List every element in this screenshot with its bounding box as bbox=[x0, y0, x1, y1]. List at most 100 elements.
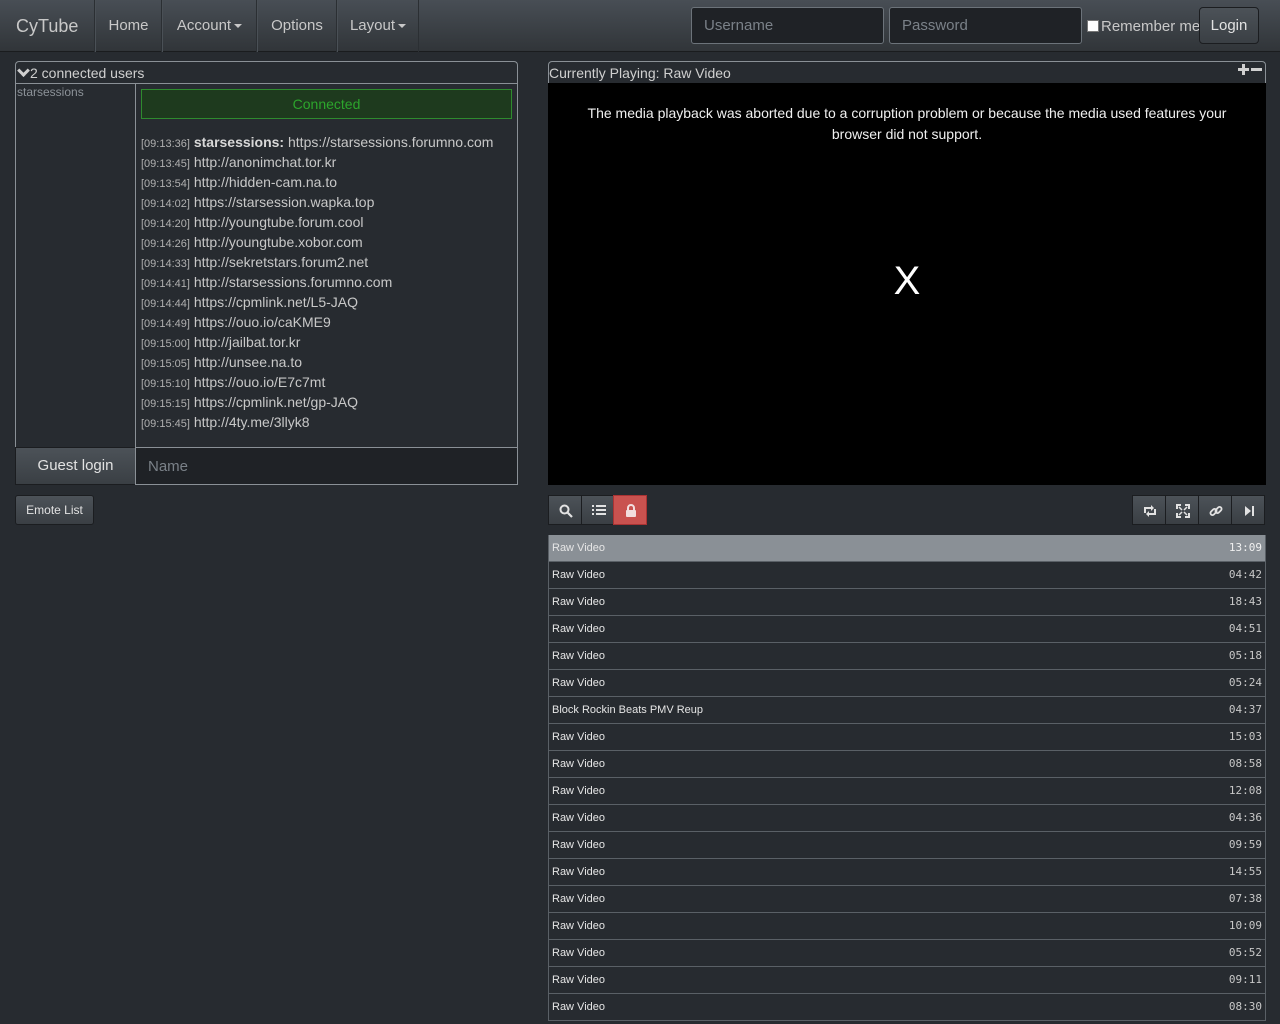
shuffle-button[interactable] bbox=[1132, 495, 1166, 525]
playlist-item[interactable]: Raw Video 09:11 bbox=[548, 967, 1266, 994]
message-timestamp: [09:15:10] bbox=[141, 378, 190, 390]
message-text[interactable]: http://jailbat.tor.kr bbox=[194, 334, 301, 350]
userlist: starsessions bbox=[15, 83, 136, 448]
search-button[interactable] bbox=[548, 495, 582, 525]
playlist-item[interactable]: Raw Video 14:55 bbox=[548, 859, 1266, 886]
message-text[interactable]: http://unsee.na.to bbox=[194, 354, 302, 370]
playlist-item-title[interactable]: Raw Video bbox=[552, 643, 605, 669]
playlist-item-duration: 09:11 bbox=[1228, 973, 1262, 986]
playlist-item[interactable]: Raw Video 10:09 bbox=[548, 913, 1266, 940]
nav-account[interactable]: Account bbox=[162, 0, 257, 52]
chat-message: [09:14:33] http://sekretstars.forum2.net bbox=[141, 252, 512, 272]
playlist-item-title[interactable]: Raw Video bbox=[552, 832, 605, 858]
playlist-item[interactable]: Raw Video 08:30 bbox=[548, 994, 1266, 1021]
fullscreen-button[interactable] bbox=[1165, 495, 1199, 525]
skip-icon bbox=[1245, 506, 1254, 516]
playlist-item[interactable]: Raw Video 13:09 bbox=[548, 535, 1266, 562]
playlist-item-title[interactable]: Raw Video bbox=[552, 724, 605, 750]
message-timestamp: [09:15:45] bbox=[141, 418, 190, 430]
playlist-lock-button[interactable] bbox=[613, 495, 647, 525]
message-text[interactable]: https://ouo.io/caKME9 bbox=[194, 314, 331, 330]
playlist-item-title[interactable]: Raw Video bbox=[552, 886, 605, 912]
playlist-item[interactable]: Raw Video 08:58 bbox=[548, 751, 1266, 778]
message-text[interactable]: https://cpmlink.net/L5-JAQ bbox=[194, 294, 358, 310]
playlist-manager-button[interactable] bbox=[581, 495, 615, 525]
guest-login-button[interactable]: Guest login bbox=[15, 447, 136, 485]
message-text[interactable]: http://anonimchat.tor.kr bbox=[194, 154, 336, 170]
playlist-item-title[interactable]: Raw Video bbox=[552, 940, 605, 966]
remember-me-checkbox[interactable] bbox=[1087, 20, 1099, 32]
password-input[interactable] bbox=[889, 7, 1082, 44]
guest-name-input[interactable] bbox=[135, 447, 518, 485]
message-timestamp: [09:13:36] bbox=[141, 138, 190, 150]
playlist-item[interactable]: Block Rockin Beats PMV Reup 04:37 bbox=[548, 697, 1266, 724]
message-timestamp: [09:14:26] bbox=[141, 238, 190, 250]
close-icon[interactable]: X bbox=[548, 259, 1266, 304]
nav-layout[interactable]: Layout bbox=[337, 0, 419, 52]
playlist-item[interactable]: Raw Video 05:18 bbox=[548, 643, 1266, 670]
playlist-item[interactable]: Raw Video 18:43 bbox=[548, 589, 1266, 616]
message-text[interactable]: https://starsessions.forumno.com bbox=[288, 134, 493, 150]
playback-error-message: The media playback was aborted due to a … bbox=[587, 105, 1227, 142]
playlist-item[interactable]: Raw Video 04:51 bbox=[548, 616, 1266, 643]
userlist-item[interactable]: starsessions bbox=[17, 85, 134, 99]
playlist-item-title[interactable]: Raw Video bbox=[552, 589, 605, 615]
message-text[interactable]: http://4ty.me/3llyk8 bbox=[194, 414, 310, 430]
chat-message: [09:15:10] https://ouo.io/E7c7mt bbox=[141, 372, 512, 392]
playlist-item[interactable]: Raw Video 12:08 bbox=[548, 778, 1266, 805]
playlist-item-duration: 04:42 bbox=[1228, 568, 1262, 581]
message-timestamp: [09:15:15] bbox=[141, 398, 190, 410]
message-timestamp: [09:13:54] bbox=[141, 178, 190, 190]
message-text[interactable]: http://youngtube.forum.cool bbox=[194, 214, 364, 230]
playlist-item-title[interactable]: Block Rockin Beats PMV Reup bbox=[552, 697, 703, 723]
remember-me[interactable]: Remember me bbox=[1087, 18, 1200, 35]
chat-message: [09:15:15] https://cpmlink.net/gp-JAQ bbox=[141, 392, 512, 412]
skip-button[interactable] bbox=[1231, 495, 1265, 525]
playlist-item[interactable]: Raw Video 09:59 bbox=[548, 832, 1266, 859]
playlist-item-title[interactable]: Raw Video bbox=[552, 670, 605, 696]
playlist-item[interactable]: Raw Video 05:52 bbox=[548, 940, 1266, 967]
message-text[interactable]: https://starsession.wapka.top bbox=[194, 194, 375, 210]
message-text[interactable]: https://cpmlink.net/gp-JAQ bbox=[194, 394, 358, 410]
add-media-link-button[interactable] bbox=[1198, 495, 1232, 525]
userlist-toggle[interactable]: 2 connected users bbox=[15, 61, 518, 83]
playlist-item-title[interactable]: Raw Video bbox=[552, 751, 605, 777]
playlist-item-title[interactable]: Raw Video bbox=[552, 913, 605, 939]
playlist-item-title[interactable]: Raw Video bbox=[552, 859, 605, 885]
login-button[interactable]: Login bbox=[1199, 7, 1259, 44]
playlist-item-title[interactable]: Raw Video bbox=[552, 967, 605, 993]
playlist-item[interactable]: Raw Video 05:24 bbox=[548, 670, 1266, 697]
username-input[interactable] bbox=[691, 7, 884, 44]
playlist-item-title[interactable]: Raw Video bbox=[552, 805, 605, 831]
nav-home[interactable]: Home bbox=[95, 0, 162, 52]
playlist-item-title[interactable]: Raw Video bbox=[552, 616, 605, 642]
resize-video-controls[interactable] bbox=[1237, 62, 1263, 84]
emote-list-button[interactable]: Emote List bbox=[15, 495, 94, 525]
playlist-item[interactable]: Raw Video 15:03 bbox=[548, 724, 1266, 751]
video-player[interactable]: The media playback was aborted due to a … bbox=[548, 83, 1266, 485]
playlist-item-title[interactable]: Raw Video bbox=[552, 778, 605, 804]
message-text[interactable]: http://sekretstars.forum2.net bbox=[194, 254, 368, 270]
chat-message: [09:14:44] https://cpmlink.net/L5-JAQ bbox=[141, 292, 512, 312]
playlist-item[interactable]: Raw Video 04:42 bbox=[548, 562, 1266, 589]
playlist-item[interactable]: Raw Video 07:38 bbox=[548, 886, 1266, 913]
message-text[interactable]: http://starsessions.forumno.com bbox=[194, 274, 392, 290]
playlist-item-title[interactable]: Raw Video bbox=[552, 535, 605, 561]
chat-message: [09:14:41] http://starsessions.forumno.c… bbox=[141, 272, 512, 292]
message-timestamp: [09:13:45] bbox=[141, 158, 190, 170]
message-username[interactable]: starsessions: bbox=[194, 134, 284, 150]
message-timestamp: [09:14:44] bbox=[141, 298, 190, 310]
playlist-item-title[interactable]: Raw Video bbox=[552, 562, 605, 588]
remember-me-label: Remember me bbox=[1101, 18, 1201, 35]
playlist-item[interactable]: Raw Video 04:36 bbox=[548, 805, 1266, 832]
brand-logo[interactable]: CyTube bbox=[0, 0, 95, 52]
playlist-item-duration: 09:59 bbox=[1228, 838, 1262, 851]
message-timestamp: [09:15:00] bbox=[141, 338, 190, 350]
nav-options[interactable]: Options bbox=[257, 0, 337, 52]
message-text[interactable]: http://hidden-cam.na.to bbox=[194, 174, 337, 190]
message-text[interactable]: http://youngtube.xobor.com bbox=[194, 234, 363, 250]
playlist-item-title[interactable]: Raw Video bbox=[552, 994, 605, 1020]
message-text[interactable]: https://ouo.io/E7c7mt bbox=[194, 374, 326, 390]
list-icon bbox=[592, 505, 606, 515]
plus-minus-icon bbox=[1238, 64, 1262, 75]
